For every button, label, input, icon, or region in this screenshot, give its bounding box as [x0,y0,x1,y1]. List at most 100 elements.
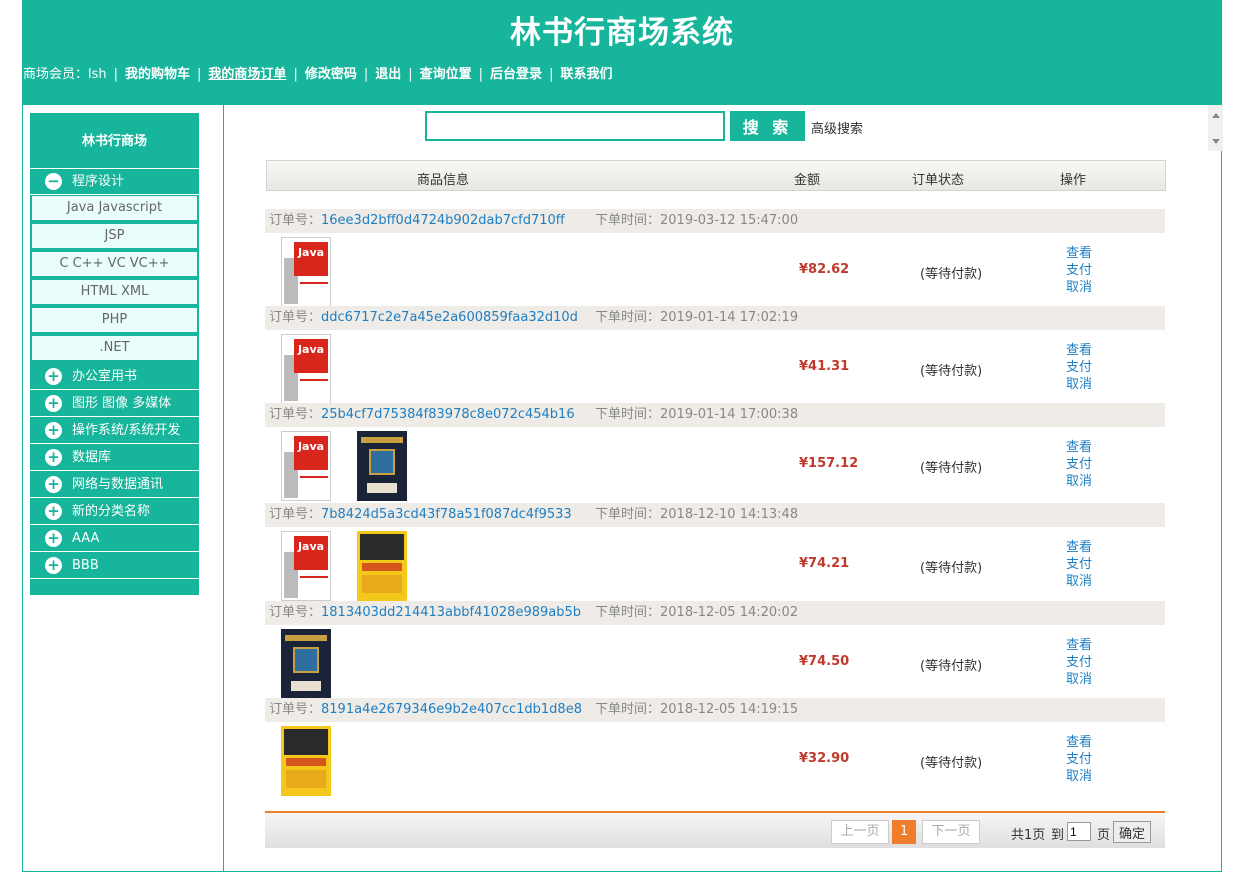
order-time-value: 2019-01-14 17:02:19 [660,310,799,325]
next-page-button[interactable]: 下一页 [922,820,980,844]
cancel-order-link[interactable]: 取消 [1066,279,1092,296]
pay-order-link[interactable]: 支付 [1066,456,1092,473]
subcategory-jsp[interactable]: JSP [31,223,198,249]
order-no-link[interactable]: 8191a4e2679346e9b2e407cc1db1d8e8 [321,702,582,717]
order-no-link[interactable]: 25b4cf7d75384f83978c8e072c454b16 [321,407,575,422]
member-label: 商场会员：lsh [23,67,107,82]
order-bar: 订单号：16ee3d2bff0d4724b902dab7cfd710ff 下单时… [265,209,1165,233]
scrollbar[interactable] [1208,105,1223,151]
nav-cart-link[interactable]: 我的购物车 [125,63,190,82]
nav-logout-link[interactable]: 退出 [375,63,401,82]
order-amount: ¥157.12 [799,456,859,471]
page-number-input[interactable] [1067,822,1091,841]
plus-circle-icon: + [45,422,62,439]
category-programming[interactable]: − 程序设计 [30,169,199,195]
plus-circle-icon: + [45,368,62,385]
category-aaa[interactable]: + AAA [30,526,199,552]
pay-order-link[interactable]: 支付 [1066,556,1092,573]
cancel-order-link[interactable]: 取消 [1066,573,1092,590]
order-time-label: 下单时间： [595,407,661,422]
subcategory-java-javascript[interactable]: Java Javascript [31,195,198,221]
category-office[interactable]: + 办公室用书 [30,364,199,390]
order-actions: 查看 支付 取消 [1066,342,1092,393]
order-amount: ¥32.90 [799,751,850,766]
pay-order-link[interactable]: 支付 [1066,262,1092,279]
nav-orders-link[interactable]: 我的商场订单 [208,63,286,82]
order-time-value: 2019-03-12 15:47:00 [660,213,799,228]
order-no: 订单号：25b4cf7d75384f83978c8e072c454b16 [269,403,575,427]
thinking-java-cover[interactable] [357,431,407,501]
order-time-label: 下单时间： [595,605,661,620]
category-label: 网络与数据通讯 [72,477,164,492]
order-no-link[interactable]: 7b8424d5a3cd43f78a51f087dc4f9533 [321,507,572,522]
subcategory-html-xml[interactable]: HTML XML [31,279,198,305]
order-time-label: 下单时间： [595,310,661,325]
nav-separator: | [408,67,413,82]
view-order-link[interactable]: 查看 [1066,539,1092,556]
top-nav: 商场会员：lsh | 我的购物车 | 我的商场订单 | 修改密码 | 退出 | 查询位置 | 后台登录 |… [23,63,612,83]
cancel-order-link[interactable]: 取消 [1066,671,1092,688]
order-bar: 订单号：8191a4e2679346e9b2e407cc1db1d8e8 下单时… [265,698,1165,722]
java-book-cover[interactable]: Java [281,334,331,404]
cancel-order-link[interactable]: 取消 [1066,473,1092,490]
category-graphics[interactable]: + 图形 图像 多媒体 [30,391,199,417]
order-no-label: 订单号： [269,507,322,522]
category-os[interactable]: + 操作系统/系统开发 [30,418,199,444]
category-network[interactable]: + 网络与数据通讯 [30,472,199,498]
subcategory-c-cpp[interactable]: C C++ VC VC++ [31,251,198,277]
current-page-button[interactable]: 1 [892,820,916,844]
nav-separator: | [113,67,119,82]
pay-order-link[interactable]: 支付 [1066,751,1092,768]
java-book-cover[interactable]: Java [281,431,331,501]
subcategory-php[interactable]: PHP [31,307,198,333]
nav-admin-link[interactable]: 后台登录 [490,63,542,82]
view-order-link[interactable]: 查看 [1066,637,1092,654]
order-no-label: 订单号： [269,310,322,325]
subcategory-dotnet[interactable]: .NET [31,335,198,361]
order-no-link[interactable]: ddc6717c2e7a45e2a600859faa32d10d [321,310,578,325]
category-label: 数据库 [72,450,112,465]
cancel-order-link[interactable]: 取消 [1066,376,1092,393]
order-no-link[interactable]: 16ee3d2bff0d4724b902dab7cfd710ff [321,213,565,228]
order-time-value: 2018-12-10 14:13:48 [660,507,799,522]
nav-contact-link[interactable]: 联系我们 [560,63,612,82]
web-design-cover[interactable] [281,726,331,796]
order-amount: ¥41.31 [799,359,850,374]
thinking-java-cover[interactable] [281,629,331,699]
order-time-label: 下单时间： [595,507,661,522]
category-database[interactable]: + 数据库 [30,445,199,471]
order-status: (等待付款) [920,461,983,476]
view-order-link[interactable]: 查看 [1066,342,1092,359]
cancel-order-link[interactable]: 取消 [1066,768,1092,785]
order-actions: 查看 支付 取消 [1066,637,1092,688]
pay-order-link[interactable]: 支付 [1066,654,1092,671]
web-design-cover[interactable] [357,531,407,601]
java-book-cover[interactable]: Java [281,237,331,307]
java-book-cover[interactable]: Java [281,531,331,601]
category-bbb[interactable]: + BBB [30,553,199,579]
order-no-link[interactable]: 1813403dd214413abbf41028e989ab5b [321,605,581,620]
advanced-search-link[interactable]: 高级搜索 [811,118,863,137]
view-order-link[interactable]: 查看 [1066,245,1092,262]
nav-separator: | [197,67,202,82]
scroll-up-icon[interactable] [1212,113,1220,118]
table-header: 商品信息 金额 订单状态 操作 [266,160,1166,191]
goto-page-button[interactable]: 确定 [1113,821,1151,843]
nav-location-link[interactable]: 查询位置 [420,63,472,82]
view-order-link[interactable]: 查看 [1066,734,1092,751]
category-label: 程序设计 [72,174,125,189]
pay-order-link[interactable]: 支付 [1066,359,1092,376]
nav-password-link[interactable]: 修改密码 [305,63,357,82]
prev-page-button[interactable]: 上一页 [831,820,889,844]
scroll-down-icon[interactable] [1212,139,1220,144]
view-order-link[interactable]: 查看 [1066,439,1092,456]
search-input[interactable] [425,111,725,141]
plus-circle-icon: + [45,476,62,493]
category-new[interactable]: + 新的分类名称 [30,499,199,525]
order-bar: 订单号：7b8424d5a3cd43f78a51f087dc4f9533 下单时… [265,503,1165,527]
nav-separator: | [363,67,369,82]
search-button[interactable]: 搜 索 [730,111,805,141]
order-no-label: 订单号： [269,213,322,228]
category-menu: 林书行商场 − 程序设计 Java Javascript JSP C C++ V… [30,113,199,595]
order-actions: 查看 支付 取消 [1066,245,1092,296]
